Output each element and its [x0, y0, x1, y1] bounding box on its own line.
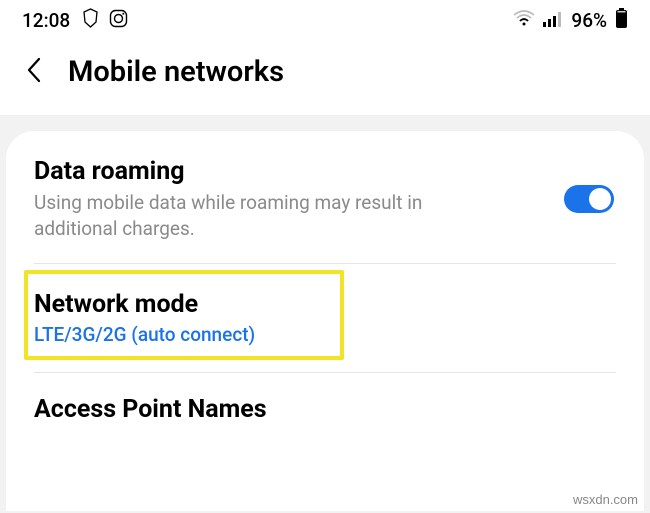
network-mode-value: LTE/3G/2G (auto connect) [34, 323, 616, 346]
status-bar: 12:08 96% [0, 0, 650, 37]
row-apn[interactable]: Access Point Names [6, 373, 644, 450]
watermark: wsxdn.com [573, 492, 638, 507]
signal-icon [543, 9, 563, 32]
header: Mobile networks [0, 37, 650, 115]
instagram-icon [109, 9, 128, 33]
brave-icon [82, 8, 99, 33]
roaming-toggle[interactable] [564, 185, 614, 213]
wifi-icon [513, 9, 535, 32]
roaming-sub: Using mobile data while roaming may resu… [34, 190, 474, 241]
row-network-mode[interactable]: Network mode LTE/3G/2G (auto connect) [6, 264, 644, 372]
row-data-roaming[interactable]: Data roaming Using mobile data while roa… [6, 135, 644, 263]
status-left: 12:08 [22, 8, 128, 33]
clock: 12:08 [22, 9, 70, 32]
battery-icon [615, 8, 628, 33]
battery-percent: 96% [571, 9, 607, 32]
page-title: Mobile networks [68, 55, 284, 89]
status-right: 96% [513, 8, 628, 33]
content-gap [0, 115, 650, 131]
apn-title: Access Point Names [34, 395, 616, 424]
network-mode-title: Network mode [34, 290, 616, 319]
toggle-knob [589, 188, 611, 210]
settings-card: Data roaming Using mobile data while roa… [6, 131, 644, 511]
status-notif-icons [82, 8, 128, 33]
roaming-title: Data roaming [34, 157, 616, 186]
back-button[interactable] [26, 57, 42, 88]
